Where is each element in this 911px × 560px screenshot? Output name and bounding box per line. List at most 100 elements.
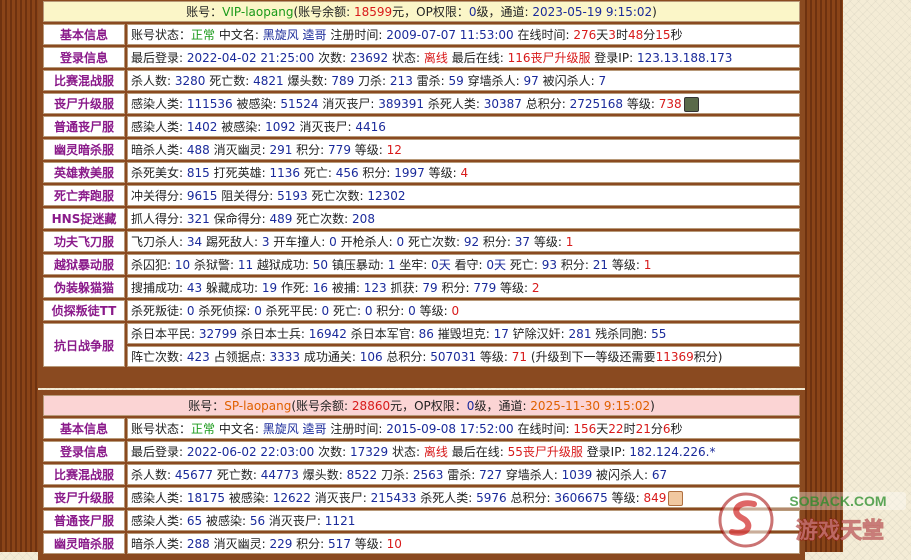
table-row: 幽灵暗杀服 暗杀人类: 288 消灭幽灵: 229 积分: 517 等级: 10 xyxy=(43,533,800,554)
stat-value: 4821 xyxy=(253,74,284,88)
stat-label: 杀人数: xyxy=(131,74,175,88)
stat-value: 2009-07-07 11:53:00 xyxy=(386,28,514,42)
stat-label: 积分: xyxy=(479,235,515,249)
table-row: HNS捉迷藏 抓人得分: 321 保命得分: 489 死亡次数: 208 xyxy=(43,208,800,229)
row-label: 普通丧尸服 xyxy=(43,116,125,137)
row-values: 暗杀人类: 488 消灭幽灵: 291 积分: 779 等级: 12 xyxy=(127,139,800,160)
stat-label: 雷杀: xyxy=(443,468,480,482)
stat-label: 秒 xyxy=(670,28,683,42)
stat-value: 18175 xyxy=(186,491,226,505)
stat-label: 爆头数: xyxy=(283,74,332,88)
stat-value: 229 xyxy=(269,537,293,551)
stat-value: 116丧尸升级服 xyxy=(507,51,591,65)
stat-label: 铲除汉奸: xyxy=(508,327,569,341)
account-header: 账号：SP-laopang(账号余额: 28860元，OP权限：0级，通道: 2… xyxy=(43,395,800,416)
stat-value: 423 xyxy=(186,350,210,364)
stat-label: 杀死人类: xyxy=(424,97,484,111)
stat-label: 感染人类: xyxy=(131,491,187,505)
stat-label: 被闪杀人: xyxy=(592,468,652,482)
table-row: 丧尸升级服 感染人类: 18175 被感染: 12622 消灭丧尸: 21543… xyxy=(43,487,800,508)
stat-label: 搜捕成功: xyxy=(131,281,187,295)
stat-label: 阻关得分: xyxy=(217,189,278,203)
stat-value: 86 xyxy=(418,327,434,341)
stat-label: 等级: xyxy=(415,304,452,318)
stat-label: 最后在线: xyxy=(447,445,508,459)
stat-label: 积分: xyxy=(372,304,409,318)
stat-value: 288 xyxy=(186,537,210,551)
row-values: 抓人得分: 321 保命得分: 489 死亡次数: 208 xyxy=(127,208,800,229)
header-label: 级，通道: xyxy=(474,399,531,413)
stat-label: 被闪杀人: xyxy=(538,74,599,88)
row-values: 冲关得分: 9615 阻关得分: 5193 死亡次数: 12302 xyxy=(127,185,800,206)
stat-value: 1997 xyxy=(394,166,425,180)
stat-label: 冲关得分: xyxy=(131,189,187,203)
stat-value: 19 xyxy=(261,281,278,295)
stat-label: 等级: xyxy=(350,143,387,157)
stat-value: 3280 xyxy=(174,74,206,88)
stat-value: 10 xyxy=(174,258,191,272)
stat-label: 账号状态： xyxy=(131,28,192,42)
row-label: 比赛混战服 xyxy=(43,70,125,91)
row-values: 最后登录: 2022-04-02 21:25:00 次数: 23692 状态: … xyxy=(127,47,800,68)
stat-value: 34 xyxy=(186,235,203,249)
stat-value: 488 xyxy=(186,143,210,157)
account-panel-vip: 账号：VIP-laopang(账号余额: 18599元，OP权限：0级，通道: … xyxy=(38,0,805,388)
header-label: (账号余额: xyxy=(291,399,352,413)
row-label: 侦探叛徒TT xyxy=(43,300,125,321)
stat-label: 等级: xyxy=(476,350,512,364)
table-row: 死亡奔跑服 冲关得分: 9615 阻关得分: 5193 死亡次数: 12302 xyxy=(43,185,800,206)
stat-label: 爆头数: xyxy=(298,468,347,482)
watermark-text-1: SOBACK.COM xyxy=(789,493,886,509)
stat-label: 等级: xyxy=(350,537,387,551)
stat-value: 12302 xyxy=(367,189,406,203)
stat-value: 727 xyxy=(479,468,502,482)
stat-label: 死亡次数: xyxy=(292,212,353,226)
stat-value: 507031 xyxy=(430,350,477,364)
stat-value: 2563 xyxy=(412,468,444,482)
stat-value: 黑旋风 逵哥 xyxy=(262,28,327,42)
stat-value: 17329 xyxy=(350,445,389,459)
row-label: 登录信息 xyxy=(43,441,125,462)
stat-label: 杀日本士兵: xyxy=(237,327,309,341)
stat-value: 0 xyxy=(321,304,330,318)
row-label: 英雄救美服 xyxy=(43,162,125,183)
row-label: 比赛混战服 xyxy=(43,464,125,485)
stat-value: 2 xyxy=(531,281,540,295)
stat-value: 738 xyxy=(658,97,682,111)
stat-label: 中文名: xyxy=(215,422,263,436)
stat-label: 杀死叛徒: xyxy=(131,304,187,318)
stat-label: 积分: xyxy=(437,281,474,295)
row-values: 感染人类: 1402 被感染: 1092 消灭丧尸: 4416 xyxy=(127,116,800,137)
stat-label: 刀杀: xyxy=(354,74,390,88)
row-values: 最后登录: 2022-06-02 22:03:00 次数: 17329 状态: … xyxy=(127,441,800,462)
account-balance: 18599 xyxy=(353,5,393,19)
row-label: 死亡奔跑服 xyxy=(43,185,125,206)
stat-value: 0 xyxy=(451,304,460,318)
stat-label: 分 xyxy=(643,28,656,42)
stat-value: 2022-06-02 22:03:00 xyxy=(186,445,315,459)
stat-label: 被感染: xyxy=(232,97,281,111)
row-label: 基本信息 xyxy=(43,418,125,439)
row-values: 感染人类: 111536 被感染: 51524 消灭丧尸: 389391 杀死人… xyxy=(127,93,800,114)
stat-label: 消灭丧尸: xyxy=(295,120,356,134)
stat-label: 坐牢: xyxy=(395,258,432,272)
stat-value: 0 xyxy=(396,235,405,249)
stat-label: 等级: xyxy=(530,235,566,249)
stat-value: 56 xyxy=(249,514,266,528)
stat-label: 开车撞人: xyxy=(269,235,330,249)
row-label: 普通丧尸服 xyxy=(43,510,125,531)
stat-value: 22 xyxy=(608,422,624,436)
stat-label: 消灭幽灵: xyxy=(209,143,270,157)
stat-label: 暗杀人类: xyxy=(131,537,187,551)
stat-label: 刀杀: xyxy=(377,468,413,482)
stat-label: 等级: xyxy=(424,166,461,180)
stat-value: 21 xyxy=(592,258,608,272)
stat-value: 16942 xyxy=(308,327,347,341)
table-row: 基本信息 账号状态：正常 中文名: 黑旋风 逵哥 注册时间: 2015-09-0… xyxy=(43,418,800,439)
stat-value: 10 xyxy=(386,537,402,551)
header-label: 账号： xyxy=(186,5,223,19)
stat-value: 0 xyxy=(186,304,195,318)
stat-label: 天 xyxy=(596,422,609,436)
table-row: 侦探叛徒TT 杀死叛徒: 0 杀死侦探: 0 杀死平民: 0 死亡: 0 积分:… xyxy=(43,300,800,321)
stat-value: 30387 xyxy=(483,97,522,111)
